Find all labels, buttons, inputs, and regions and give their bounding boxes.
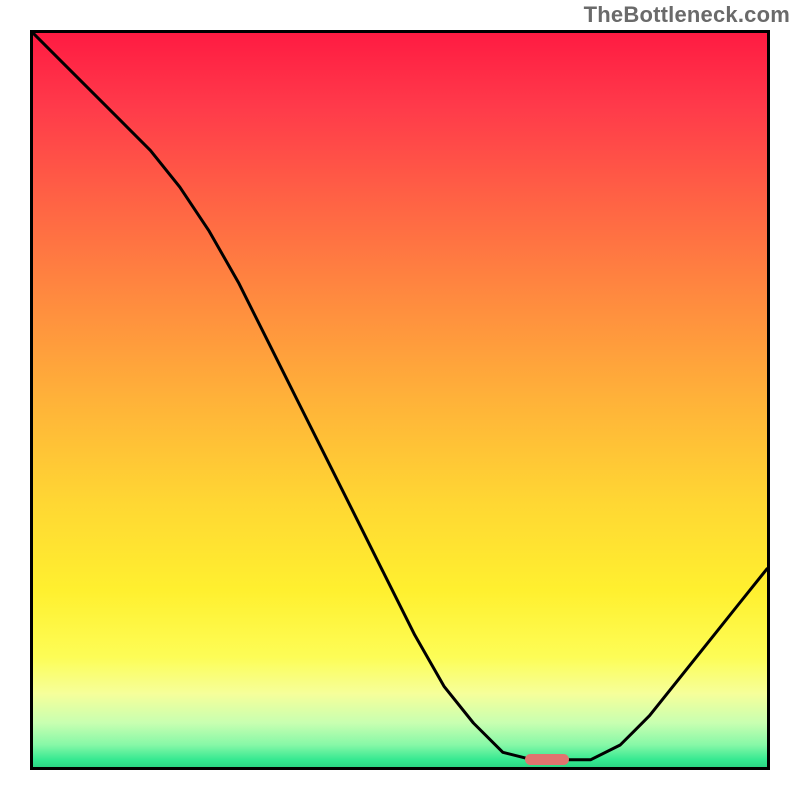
plot-area — [30, 30, 770, 770]
chart-stage: TheBottleneck.com — [0, 0, 800, 800]
line-series — [33, 33, 767, 767]
watermark-text: TheBottleneck.com — [584, 2, 790, 28]
highlight-marker — [525, 754, 569, 765]
curve-path — [33, 33, 767, 760]
